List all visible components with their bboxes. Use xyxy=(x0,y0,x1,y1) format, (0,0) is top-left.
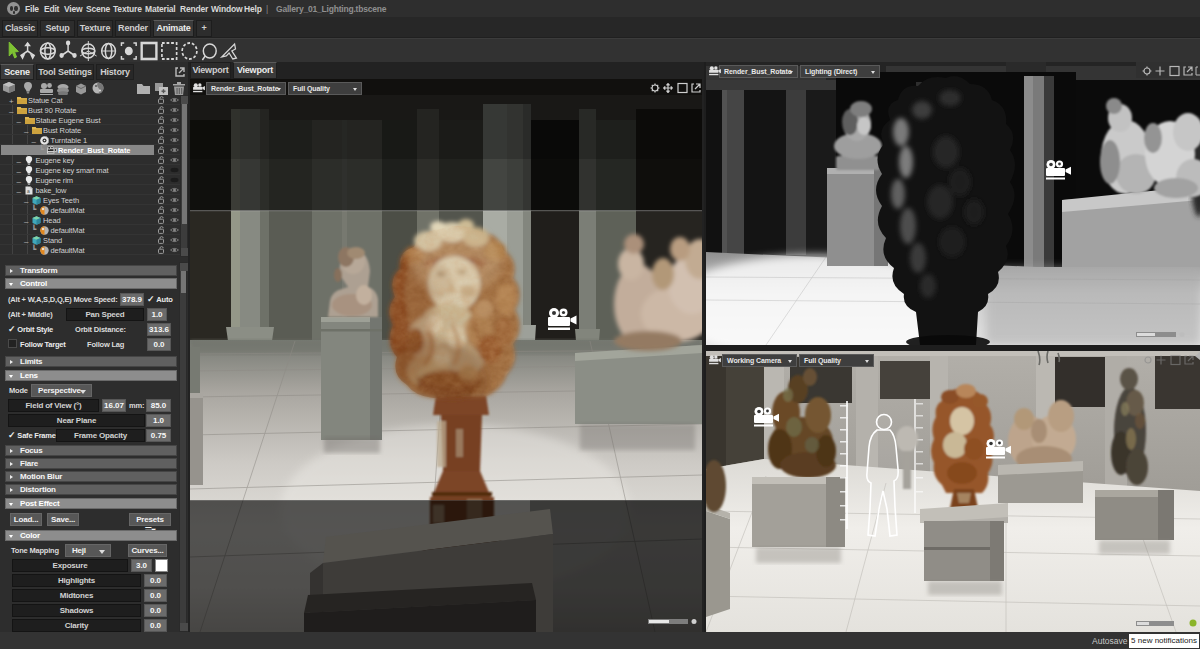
svg-text:a: a xyxy=(27,188,30,194)
